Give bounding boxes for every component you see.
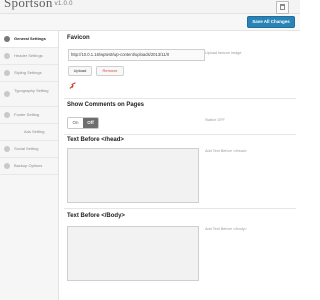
save-icon[interactable] bbox=[276, 1, 289, 14]
show-comments-hint: Switch OFF bbox=[205, 118, 225, 122]
sidebar-item-backup-options[interactable]: Backup Options bbox=[0, 158, 58, 175]
sidebar: General Settings Header Settings Styling… bbox=[0, 31, 59, 300]
remove-button[interactable]: Remove bbox=[96, 66, 124, 76]
sidebar-item-label: Backup Options bbox=[14, 163, 43, 168]
favicon-hint: Upload favicon image bbox=[205, 51, 242, 55]
favicon-url-field[interactable] bbox=[68, 49, 205, 61]
main-panel: Favicon Upload favicon image Upload Remo… bbox=[59, 31, 300, 300]
text-before-body-hint: Add Text Before </body> bbox=[205, 227, 247, 231]
sidebar-item-label: General Settings bbox=[14, 36, 46, 41]
social-icon bbox=[4, 146, 10, 152]
sidebar-item-footer-setting[interactable]: Footer Setting bbox=[0, 107, 58, 124]
backup-icon bbox=[4, 163, 10, 169]
top-bar: Sportson v1.0.0 bbox=[0, 0, 300, 14]
sidebar-item-label: Typography Setting bbox=[14, 88, 49, 93]
show-comments-toggle[interactable]: On Off bbox=[67, 117, 99, 129]
sidebar-item-label: Footer Setting bbox=[14, 112, 40, 117]
header-icon bbox=[4, 53, 10, 59]
footer-icon bbox=[4, 112, 10, 118]
toggle-off-label[interactable]: Off bbox=[83, 118, 98, 128]
app-version: v1.0.0 bbox=[54, 1, 73, 7]
favicon-preview-icon bbox=[69, 82, 76, 89]
sidebar-item-label: Styling Settings bbox=[14, 70, 42, 75]
sidebar-item-label: Social Setting bbox=[14, 146, 39, 151]
text-before-body-title: Text Before </Body> bbox=[67, 213, 125, 219]
brush-icon bbox=[4, 70, 10, 76]
sidebar-item-label: Ads Setting bbox=[24, 129, 45, 134]
sidebar-item-label: Header Settings bbox=[14, 53, 43, 58]
section-divider bbox=[64, 208, 296, 209]
upload-button[interactable]: Upload bbox=[68, 66, 92, 76]
app-name: Sportson bbox=[4, 0, 53, 10]
section-divider bbox=[64, 134, 296, 135]
text-before-head-title: Text Before </head> bbox=[67, 137, 124, 143]
show-comments-title: Show Comments on Pages bbox=[67, 102, 145, 108]
text-before-body-textarea[interactable] bbox=[67, 226, 199, 281]
save-all-changes-button[interactable]: Save All Changes bbox=[247, 16, 295, 28]
gear-icon bbox=[4, 36, 10, 42]
text-before-head-textarea[interactable] bbox=[67, 148, 199, 203]
toolbar: Save All Changes bbox=[0, 14, 300, 31]
app-brand: Sportson v1.0.0 bbox=[4, 0, 73, 11]
sidebar-item-ads-setting[interactable]: Ads Setting bbox=[0, 124, 58, 141]
sidebar-item-social-setting[interactable]: Social Setting bbox=[0, 141, 58, 158]
toggle-on-label[interactable]: On bbox=[68, 118, 83, 128]
favicon-title: Favicon bbox=[67, 35, 90, 41]
sidebar-item-typography-setting[interactable]: Typography Setting bbox=[0, 82, 58, 107]
text-before-head-hint: Add Text Before </head> bbox=[205, 149, 247, 153]
sidebar-item-header-settings[interactable]: Header Settings bbox=[0, 48, 58, 65]
sidebar-item-styling-settings[interactable]: Styling Settings bbox=[0, 65, 58, 82]
sidebar-item-general-settings[interactable]: General Settings bbox=[0, 31, 58, 48]
typography-icon bbox=[4, 91, 10, 97]
section-divider bbox=[64, 98, 296, 99]
